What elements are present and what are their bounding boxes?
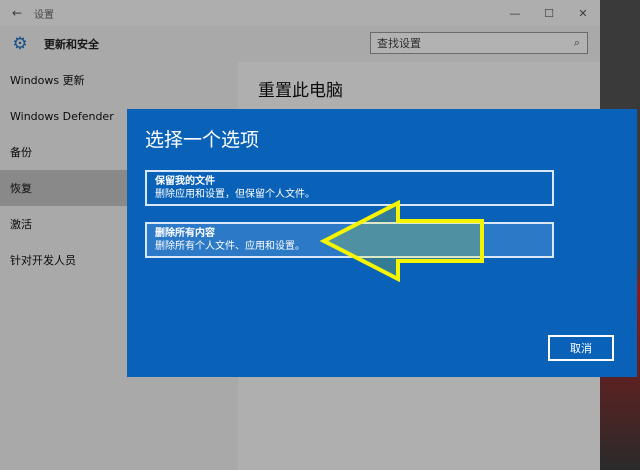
sidebar-item-label: 针对开发人员 xyxy=(10,254,76,267)
option-title: 保留我的文件 xyxy=(155,176,215,187)
maximize-button[interactable]: ☐ xyxy=(532,7,566,20)
dialog-title: 选择一个选项 xyxy=(145,129,260,151)
window-controls: — ☐ ✕ xyxy=(498,7,600,20)
search-box[interactable]: ⌕ xyxy=(370,32,588,54)
search-input[interactable] xyxy=(377,36,567,50)
annotation-arrow-icon xyxy=(320,200,484,282)
sidebar-item-label: 恢复 xyxy=(10,182,32,195)
sidebar-item-label: 激活 xyxy=(10,218,32,231)
sidebar-item-label: Windows 更新 xyxy=(10,74,85,87)
title-bar: ← 设置 — ☐ ✕ xyxy=(0,0,600,26)
sidebar-item-label: 备份 xyxy=(10,146,32,159)
section-title: 重置此电脑 xyxy=(258,81,343,101)
sidebar-item-windows-update[interactable]: Windows 更新 xyxy=(0,62,238,98)
window-title: 设置 xyxy=(34,9,54,21)
page-header: ⚙ 更新和安全 ⌕ xyxy=(0,26,600,62)
back-arrow-icon[interactable]: ← xyxy=(0,6,34,20)
sidebar-item-label: Windows Defender xyxy=(10,109,114,123)
page-title: 更新和安全 xyxy=(44,38,99,51)
minimize-button[interactable]: — xyxy=(498,7,532,20)
gear-icon: ⚙ xyxy=(12,34,28,54)
close-button[interactable]: ✕ xyxy=(566,7,600,20)
search-icon[interactable]: ⌕ xyxy=(567,36,587,50)
annotation-arrow-shape xyxy=(320,200,484,282)
cancel-button[interactable]: 取消 xyxy=(548,335,614,361)
